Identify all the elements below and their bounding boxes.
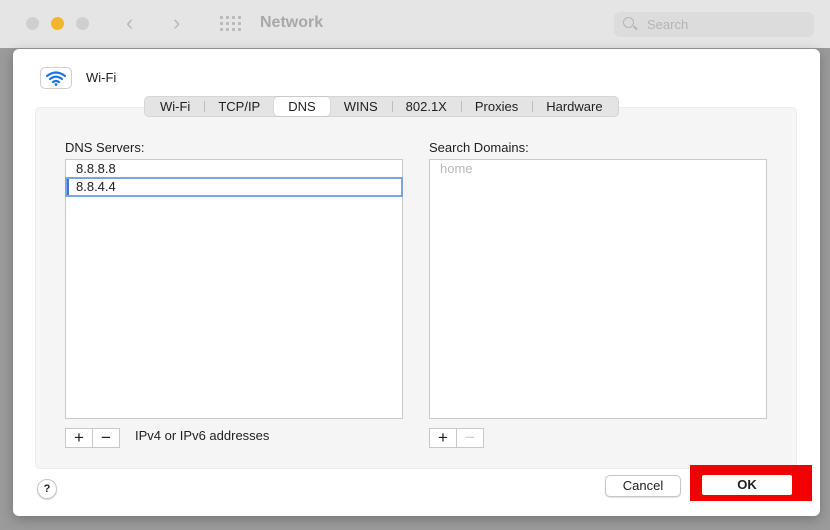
interface-name: Wi-Fi [86, 70, 117, 85]
search-placeholder: Search [647, 17, 689, 32]
search-domains-list[interactable]: home [429, 159, 767, 419]
advanced-network-sheet: Wi-Fi Wi-Fi TCP/IP DNS WINS 802.1X Proxi… [13, 49, 820, 516]
dns-servers-list[interactable]: 8.8.8.8 8.8.4.4 [65, 159, 403, 419]
search-icon [623, 17, 634, 28]
domain-add-remove-control: + − [429, 428, 484, 448]
tab-hardware[interactable]: Hardware [532, 97, 616, 116]
close-window-button[interactable] [26, 17, 39, 30]
minimize-window-button[interactable] [51, 17, 64, 30]
tab-8021x[interactable]: 802.1X [391, 97, 461, 116]
help-button[interactable]: ? [37, 479, 57, 499]
window-toolbar: ‹ › Network Search [0, 0, 830, 48]
dns-add-remove-control: + − [65, 428, 120, 448]
tab-wins[interactable]: WINS [330, 97, 392, 116]
tab-dns[interactable]: DNS [274, 97, 330, 116]
zoom-window-button[interactable] [76, 17, 89, 30]
remove-dns-button[interactable]: − [92, 429, 119, 447]
search-domains-placeholder: home [440, 161, 473, 176]
search-input[interactable]: Search [614, 12, 814, 37]
list-item-selected[interactable]: 8.8.4.4 [65, 177, 403, 197]
back-arrow-icon[interactable]: ‹ [126, 9, 133, 37]
show-all-grid-icon[interactable] [220, 16, 241, 32]
dns-servers-label: DNS Servers: [65, 140, 145, 155]
list-item[interactable]: 8.8.8.8 [66, 160, 402, 178]
wifi-icon [40, 67, 72, 89]
add-dns-button[interactable]: + [66, 429, 92, 447]
window-title: Network [260, 14, 324, 31]
search-domains-label: Search Domains: [429, 140, 529, 155]
dns-hint: IPv4 or IPv6 addresses [135, 428, 270, 443]
add-domain-button[interactable]: + [430, 429, 456, 447]
forward-arrow-icon[interactable]: › [173, 9, 180, 37]
tab-bar: Wi-Fi TCP/IP DNS WINS 802.1X Proxies Har… [144, 96, 619, 117]
remove-domain-button[interactable]: − [456, 429, 483, 447]
ok-button-highlight: OK [690, 465, 812, 501]
tab-proxies[interactable]: Proxies [460, 97, 532, 116]
tab-wifi[interactable]: Wi-Fi [146, 97, 204, 116]
tab-tcpip[interactable]: TCP/IP [204, 97, 274, 116]
cancel-button[interactable]: Cancel [605, 475, 681, 497]
ok-button[interactable]: OK [702, 475, 792, 495]
